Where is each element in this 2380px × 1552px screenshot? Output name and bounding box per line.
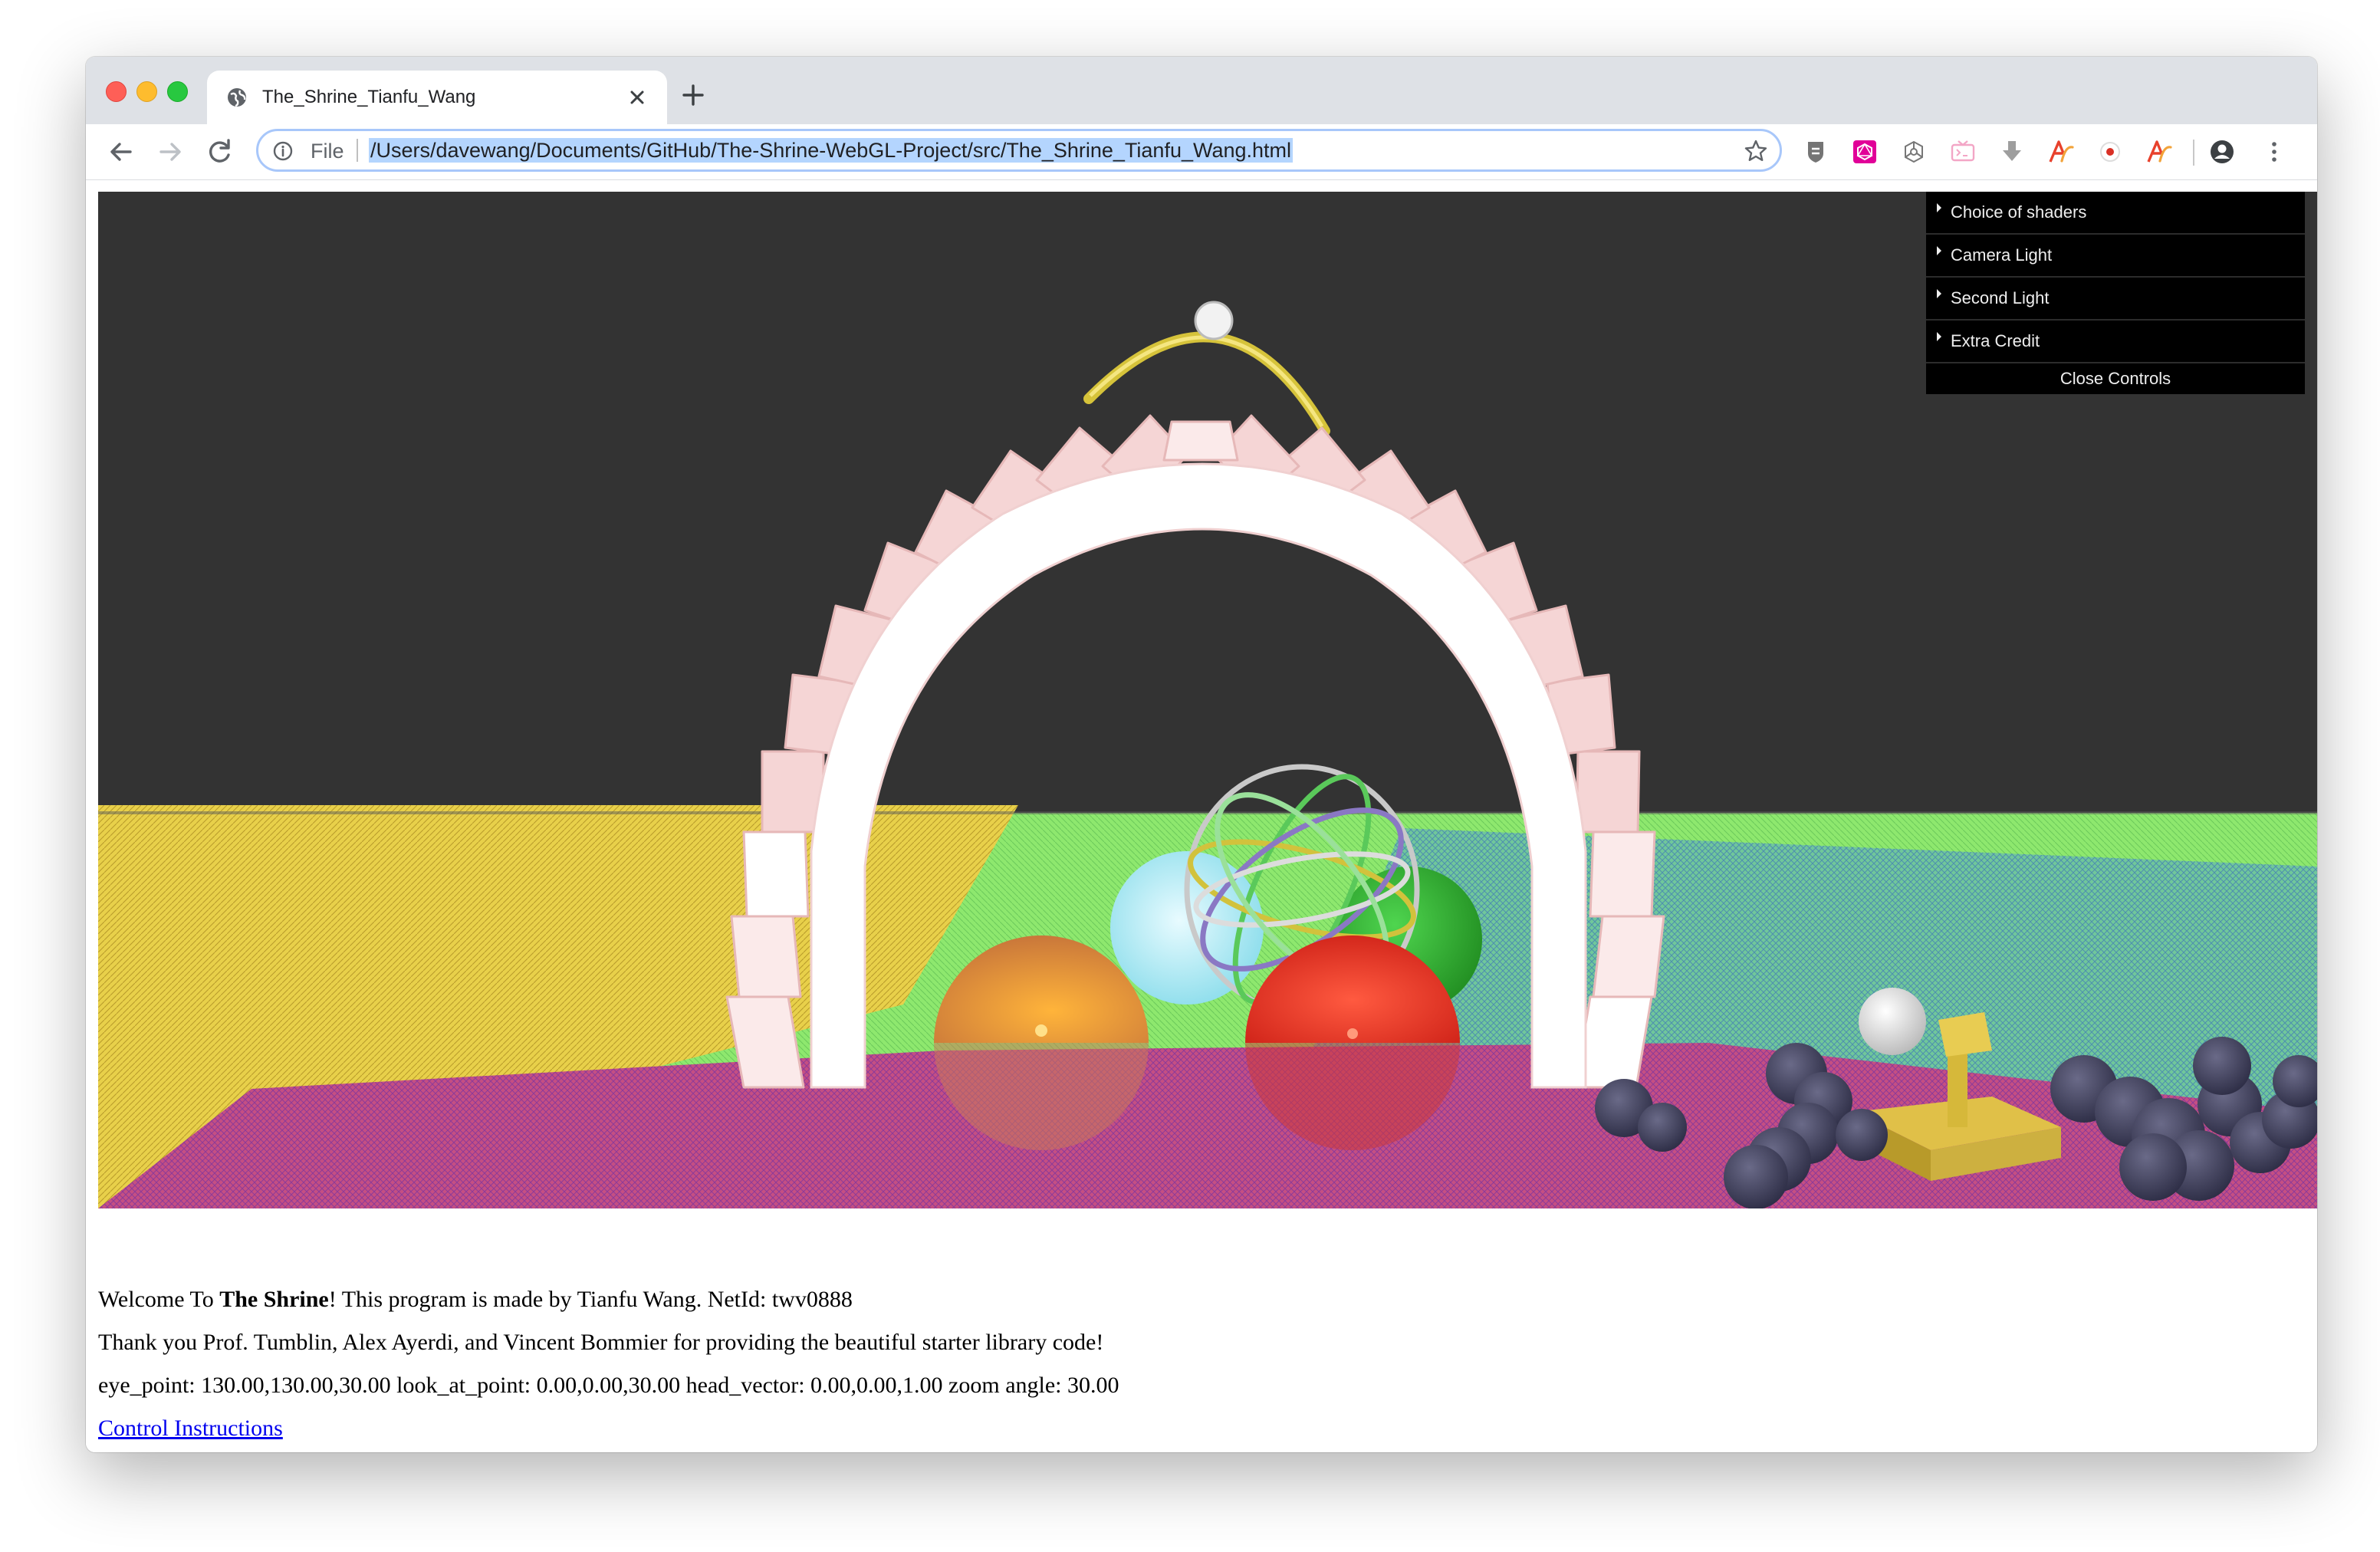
folder-second-light[interactable]: Second Light <box>1926 278 2305 321</box>
folder-label: Choice of shaders <box>1951 202 2087 222</box>
toolbar-divider <box>2193 140 2194 166</box>
tab-strip: The_Shrine_Tianfu_Wang <box>86 57 2317 124</box>
webgl-canvas[interactable]: Choice of shaders Camera Light Second Li… <box>98 192 2317 1208</box>
shield-extension-icon[interactable] <box>1802 138 1829 166</box>
control-instructions-link-text[interactable]: Control Instructions <box>98 1416 283 1441</box>
folder-label: Extra Credit <box>1951 331 2040 350</box>
kebab-menu-icon[interactable] <box>2260 138 2288 166</box>
minimize-window-button[interactable] <box>136 81 157 102</box>
control-instructions-link[interactable]: Control Instructions <box>98 1413 283 1444</box>
caret-right-icon <box>1937 332 1941 341</box>
acrobat-extension-icon[interactable] <box>2047 138 2075 166</box>
welcome-prefix: Welcome To <box>98 1287 220 1312</box>
download-extension-icon[interactable] <box>1998 138 2026 166</box>
tab-title: The_Shrine_Tianfu_Wang <box>262 87 476 107</box>
record-extension-icon[interactable] <box>2096 138 2124 166</box>
folder-camera-light[interactable]: Camera Light <box>1926 235 2305 278</box>
controls-panel: Choice of shaders Camera Light Second Li… <box>1926 192 2305 394</box>
globe-icon <box>228 88 246 107</box>
address-url[interactable]: /Users/davewang/Documents/GitHub/The-Shr… <box>369 138 1294 163</box>
address-separator <box>357 139 358 162</box>
caret-right-icon <box>1937 289 1941 298</box>
address-bar[interactable]: File /Users/davewang/Documents/GitHub/Th… <box>256 129 1782 172</box>
close-controls-button[interactable]: Close Controls <box>1926 363 2305 394</box>
program-name: The Shrine <box>219 1287 329 1312</box>
thanks-line: Thank you Prof. Tumblin, Alex Ayerdi, an… <box>98 1330 1104 1355</box>
close-window-button[interactable] <box>106 81 127 102</box>
tv-extension-icon[interactable] <box>1949 138 1977 166</box>
arrow-right-icon[interactable] <box>153 135 187 169</box>
plus-icon[interactable] <box>676 78 710 112</box>
folder-choice-of-shaders[interactable]: Choice of shaders <box>1926 192 2305 235</box>
person-icon[interactable] <box>2208 138 2236 166</box>
star-icon[interactable] <box>1743 138 1769 164</box>
tab-active[interactable]: The_Shrine_Tianfu_Wang <box>207 71 667 124</box>
acrobat-extension-icon-2[interactable] <box>2145 138 2173 166</box>
caret-right-icon <box>1937 246 1941 255</box>
close-icon[interactable] <box>624 84 650 110</box>
address-scheme: File <box>311 140 344 163</box>
arrow-left-icon[interactable] <box>104 135 138 169</box>
reload-icon[interactable] <box>202 135 236 169</box>
browser-window: The_Shrine_Tianfu_Wang File /Users/davew… <box>86 57 2317 1452</box>
welcome-suffix: ! This program is made by Tianfu Wang. N… <box>328 1287 853 1312</box>
graphql-extension-icon[interactable] <box>1851 138 1879 166</box>
toolbar: File /Users/davewang/Documents/GitHub/Th… <box>86 124 2317 180</box>
page-viewport: Choice of shaders Camera Light Second Li… <box>86 180 2317 1452</box>
welcome-line: Welcome To The Shrine! This program is m… <box>98 1284 853 1315</box>
folder-label: Camera Light <box>1951 245 2053 265</box>
info-icon[interactable] <box>272 140 294 162</box>
folder-extra-credit[interactable]: Extra Credit <box>1926 321 2305 363</box>
network-extension-icon[interactable] <box>1900 138 1928 166</box>
maximize-window-button[interactable] <box>167 81 188 102</box>
caret-right-icon <box>1937 203 1941 212</box>
folder-label: Second Light <box>1951 288 2050 307</box>
camera-status-line: eye_point: 130.00,130.00,30.00 look_at_p… <box>98 1373 1119 1398</box>
